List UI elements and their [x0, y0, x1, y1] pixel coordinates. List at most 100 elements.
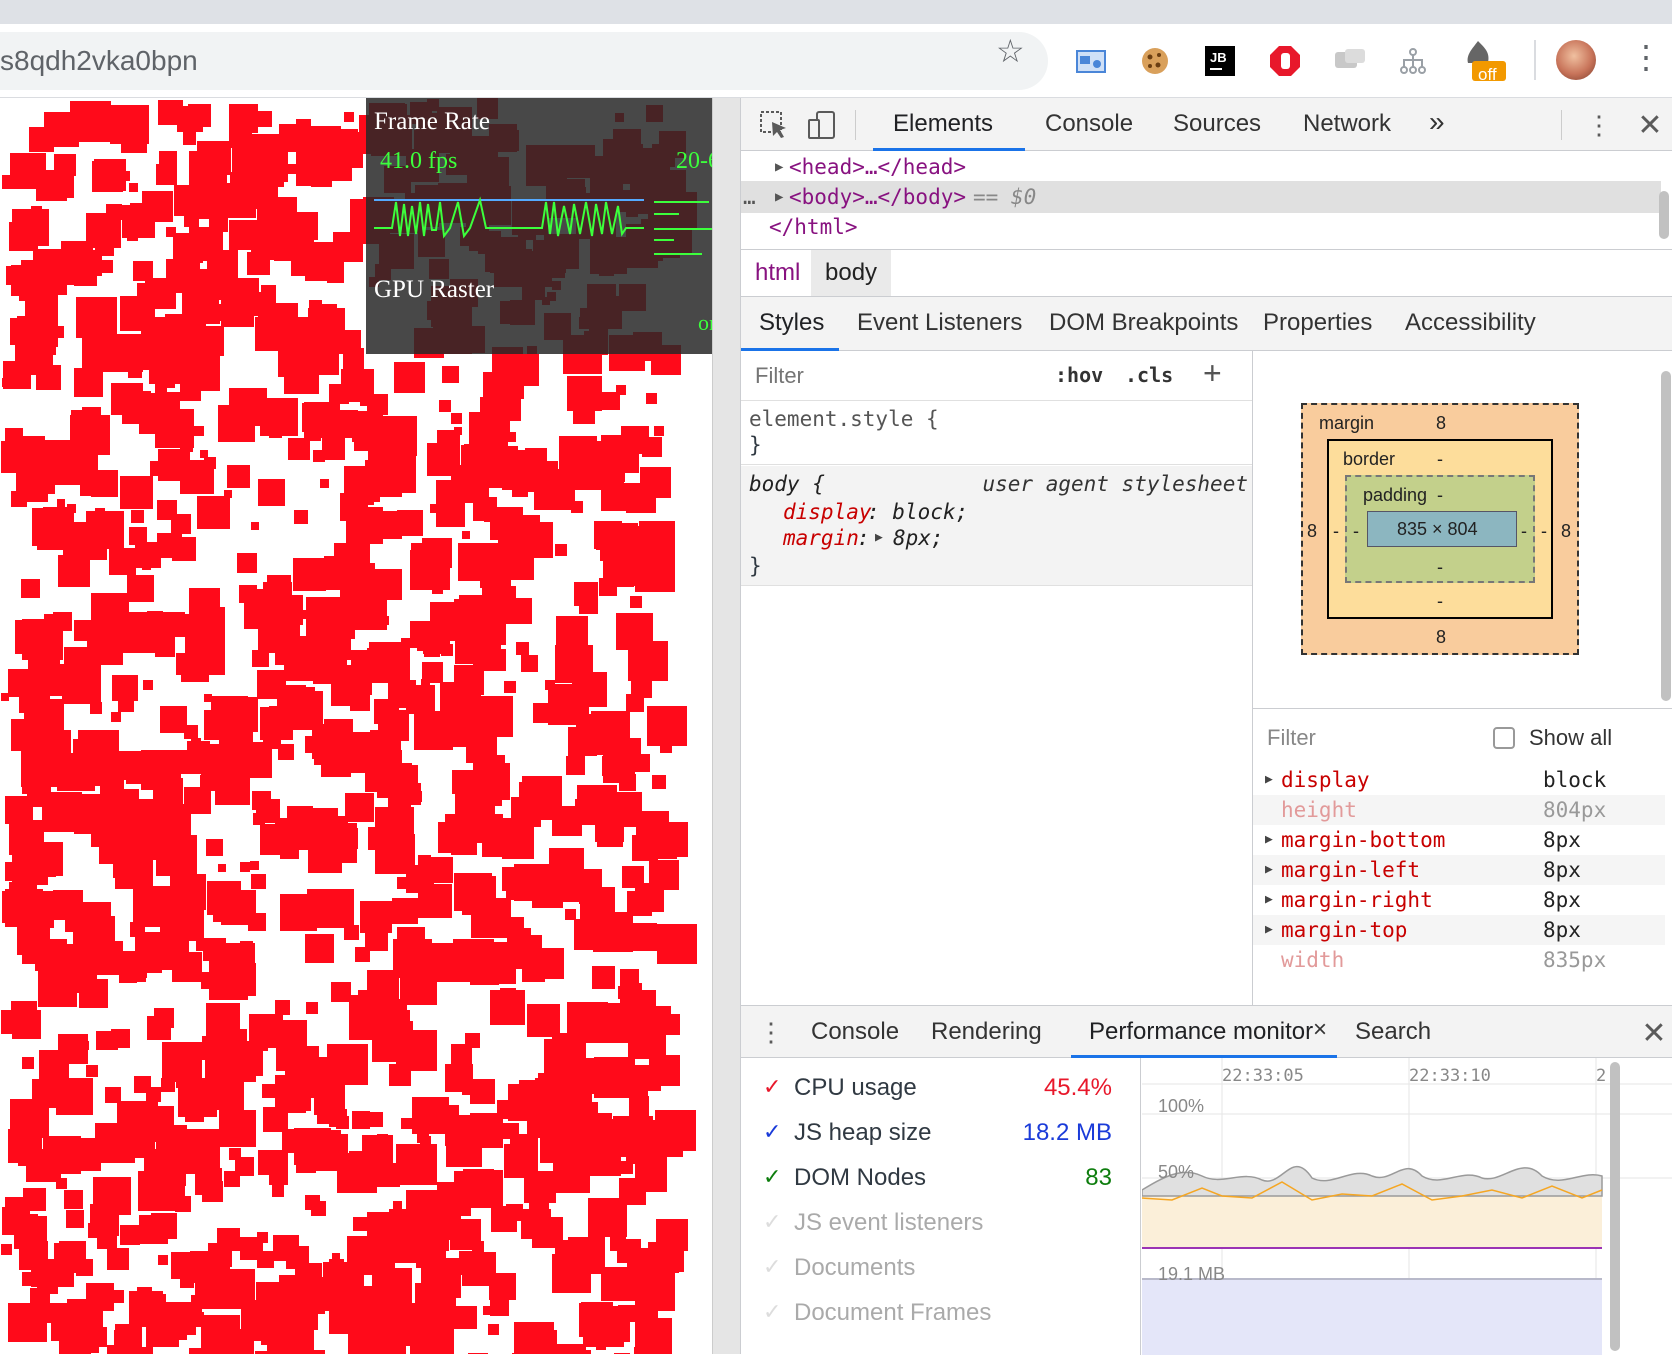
bookmark-star-icon[interactable]: ☆ — [996, 32, 1025, 70]
computed-row[interactable]: ▶ margin-left 8px — [1253, 855, 1665, 885]
border-top-value[interactable]: - — [1437, 449, 1443, 470]
computed-row[interactable]: ▶ margin-right 8px — [1253, 885, 1665, 915]
decl-display-value[interactable]: : block; — [867, 500, 968, 524]
metric-js-event-listeners[interactable]: ✓ JS event listeners — [741, 1205, 1136, 1245]
border-bottom-value[interactable]: - — [1437, 591, 1443, 612]
drawer-tab-search[interactable]: Search — [1355, 1018, 1431, 1046]
cls-toggle[interactable]: .cls — [1125, 363, 1173, 387]
dom-scrollbar[interactable] — [1659, 191, 1669, 239]
computed-row[interactable]: height 804px — [1253, 795, 1665, 825]
metric-js-heap-size[interactable]: ✓ JS heap size 18.2 MB — [741, 1115, 1136, 1155]
red-square — [130, 922, 145, 937]
show-all-checkbox[interactable] — [1493, 727, 1515, 749]
tab-sources[interactable]: Sources — [1173, 110, 1261, 138]
adblock-icon[interactable] — [1268, 44, 1302, 78]
check-icon[interactable]: ✓ — [763, 1209, 781, 1235]
border-left-value[interactable]: - — [1333, 521, 1339, 542]
tab-console[interactable]: Console — [1045, 110, 1133, 138]
node-actions-ellipsis[interactable]: … — [743, 181, 756, 213]
computed-row[interactable]: ▶ display block — [1253, 765, 1665, 795]
margin-bottom-value[interactable]: 8 — [1436, 627, 1446, 648]
chat-extension-icon[interactable] — [1333, 44, 1367, 78]
breadcrumb-html[interactable]: html — [741, 250, 814, 296]
check-icon[interactable]: ✓ — [763, 1164, 781, 1190]
check-icon[interactable]: ✓ — [763, 1074, 781, 1100]
close-devtools-icon[interactable]: ✕ — [1635, 106, 1665, 144]
check-icon[interactable]: ✓ — [763, 1299, 781, 1325]
hov-toggle[interactable]: :hov — [1055, 363, 1103, 387]
padding-bottom-value[interactable]: - — [1437, 557, 1443, 578]
expand-triangle-icon[interactable]: ▶ — [775, 151, 783, 183]
tab-network[interactable]: Network — [1303, 110, 1391, 138]
subtab-accessibility[interactable]: Accessibility — [1405, 309, 1536, 337]
close-tab-icon[interactable]: × — [1313, 1016, 1327, 1044]
new-rule-plus-icon[interactable]: + — [1203, 355, 1222, 392]
subtab-properties[interactable]: Properties — [1263, 309, 1372, 337]
profile-avatar[interactable] — [1556, 40, 1596, 80]
check-icon[interactable]: ✓ — [763, 1119, 781, 1145]
padding-right-value[interactable]: - — [1521, 521, 1527, 542]
metric-dom-nodes[interactable]: ✓ DOM Nodes 83 — [741, 1160, 1136, 1200]
padding-left-value[interactable]: - — [1353, 521, 1359, 542]
margin-top-value[interactable]: 8 — [1436, 413, 1446, 434]
computed-row[interactable]: ▶ margin-top 8px — [1253, 915, 1665, 945]
check-icon[interactable]: ✓ — [763, 1254, 781, 1280]
content-size[interactable]: 835 × 804 — [1397, 519, 1478, 540]
decl-margin-value[interactable]: 8px; — [893, 526, 944, 550]
border-right-value[interactable]: - — [1541, 521, 1547, 542]
perf-graph-scrollbar[interactable] — [1610, 1062, 1620, 1351]
flame-off-icon[interactable]: off — [1464, 41, 1508, 84]
jb-icon[interactable]: JB — [1203, 44, 1237, 78]
expand-triangle-icon[interactable]: ▶ — [1265, 915, 1273, 945]
expand-triangle-icon[interactable]: ▶ — [1265, 765, 1273, 795]
address-bar[interactable]: s8qdh2vka0bpn — [0, 32, 1048, 90]
dom-tree: ▶ <head>…</head> … ▶ <body>…</body> == $… — [741, 151, 1672, 249]
margin-left-value[interactable]: 8 — [1307, 521, 1317, 542]
more-tabs-chevron-icon[interactable]: » — [1429, 106, 1445, 138]
computed-row[interactable]: ▶ margin-bottom 8px — [1253, 825, 1665, 855]
tab-elements[interactable]: Elements — [893, 110, 993, 138]
red-square — [227, 465, 250, 488]
device-toolbar-icon[interactable] — [805, 108, 839, 142]
image-extension-icon[interactable] — [1074, 44, 1108, 78]
expand-triangle-icon[interactable]: ▶ — [775, 181, 783, 213]
close-drawer-icon[interactable]: ✕ — [1639, 1014, 1669, 1052]
decl-margin-name[interactable]: margin — [783, 526, 859, 550]
metric-document-frames[interactable]: ✓ Document Frames — [741, 1295, 1136, 1335]
expand-triangle-icon[interactable]: ▶ — [1265, 885, 1273, 915]
subtab-styles[interactable]: Styles — [759, 309, 824, 337]
red-square — [157, 500, 177, 520]
devtools-menu-icon[interactable]: ⋮ — [1586, 106, 1612, 144]
subtab-dom-breakpoints[interactable]: DOM Breakpoints — [1049, 309, 1238, 337]
inspect-element-icon[interactable] — [757, 108, 791, 142]
url-text[interactable]: s8qdh2vka0bpn — [0, 45, 198, 77]
margin-right-value[interactable]: 8 — [1561, 521, 1571, 542]
metric-documents[interactable]: ✓ Documents — [741, 1250, 1136, 1290]
metric-cpu-usage[interactable]: ✓ CPU usage 45.4% — [741, 1070, 1136, 1110]
red-square — [131, 510, 144, 523]
drawer-tab-console[interactable]: Console — [811, 1018, 899, 1046]
subtab-event-listeners[interactable]: Event Listeners — [857, 309, 1022, 337]
expand-triangle-icon[interactable]: ▶ — [1265, 855, 1273, 885]
browser-menu-icon[interactable]: ⋮ — [1630, 38, 1662, 76]
styles-filter-input[interactable] — [749, 357, 1039, 395]
devtools-splitter[interactable] — [712, 98, 740, 1354]
cookie-icon[interactable] — [1138, 44, 1172, 78]
dom-node-head[interactable]: ▶ <head>…</head> — [741, 151, 1661, 183]
tree-extension-icon[interactable] — [1396, 44, 1430, 78]
drawer-tab-rendering[interactable]: Rendering — [931, 1018, 1042, 1046]
padding-top-value[interactable]: - — [1437, 485, 1443, 506]
dom-node-body-selected[interactable]: … ▶ <body>…</body> == $0 — [741, 181, 1661, 213]
dom-node-html-close[interactable]: </html> — [741, 211, 1661, 243]
red-square — [97, 601, 111, 615]
expand-triangle-icon[interactable]: ▶ — [1265, 825, 1273, 855]
computed-filter-input[interactable]: Filter — [1267, 725, 1316, 751]
breadcrumb-body[interactable]: body — [811, 250, 892, 296]
element-style-selector[interactable]: element.style { — [749, 407, 939, 431]
expand-shorthand-triangle-icon[interactable]: ▶ — [875, 530, 883, 545]
decl-display-name[interactable]: display — [783, 500, 872, 524]
computed-row[interactable]: width 835px — [1253, 945, 1665, 975]
styles-scrollbar[interactable] — [1661, 371, 1671, 701]
drawer-tab-performance-monitor[interactable]: Performance monitor — [1089, 1018, 1313, 1046]
drawer-menu-icon[interactable]: ⋮ — [758, 1014, 784, 1050]
